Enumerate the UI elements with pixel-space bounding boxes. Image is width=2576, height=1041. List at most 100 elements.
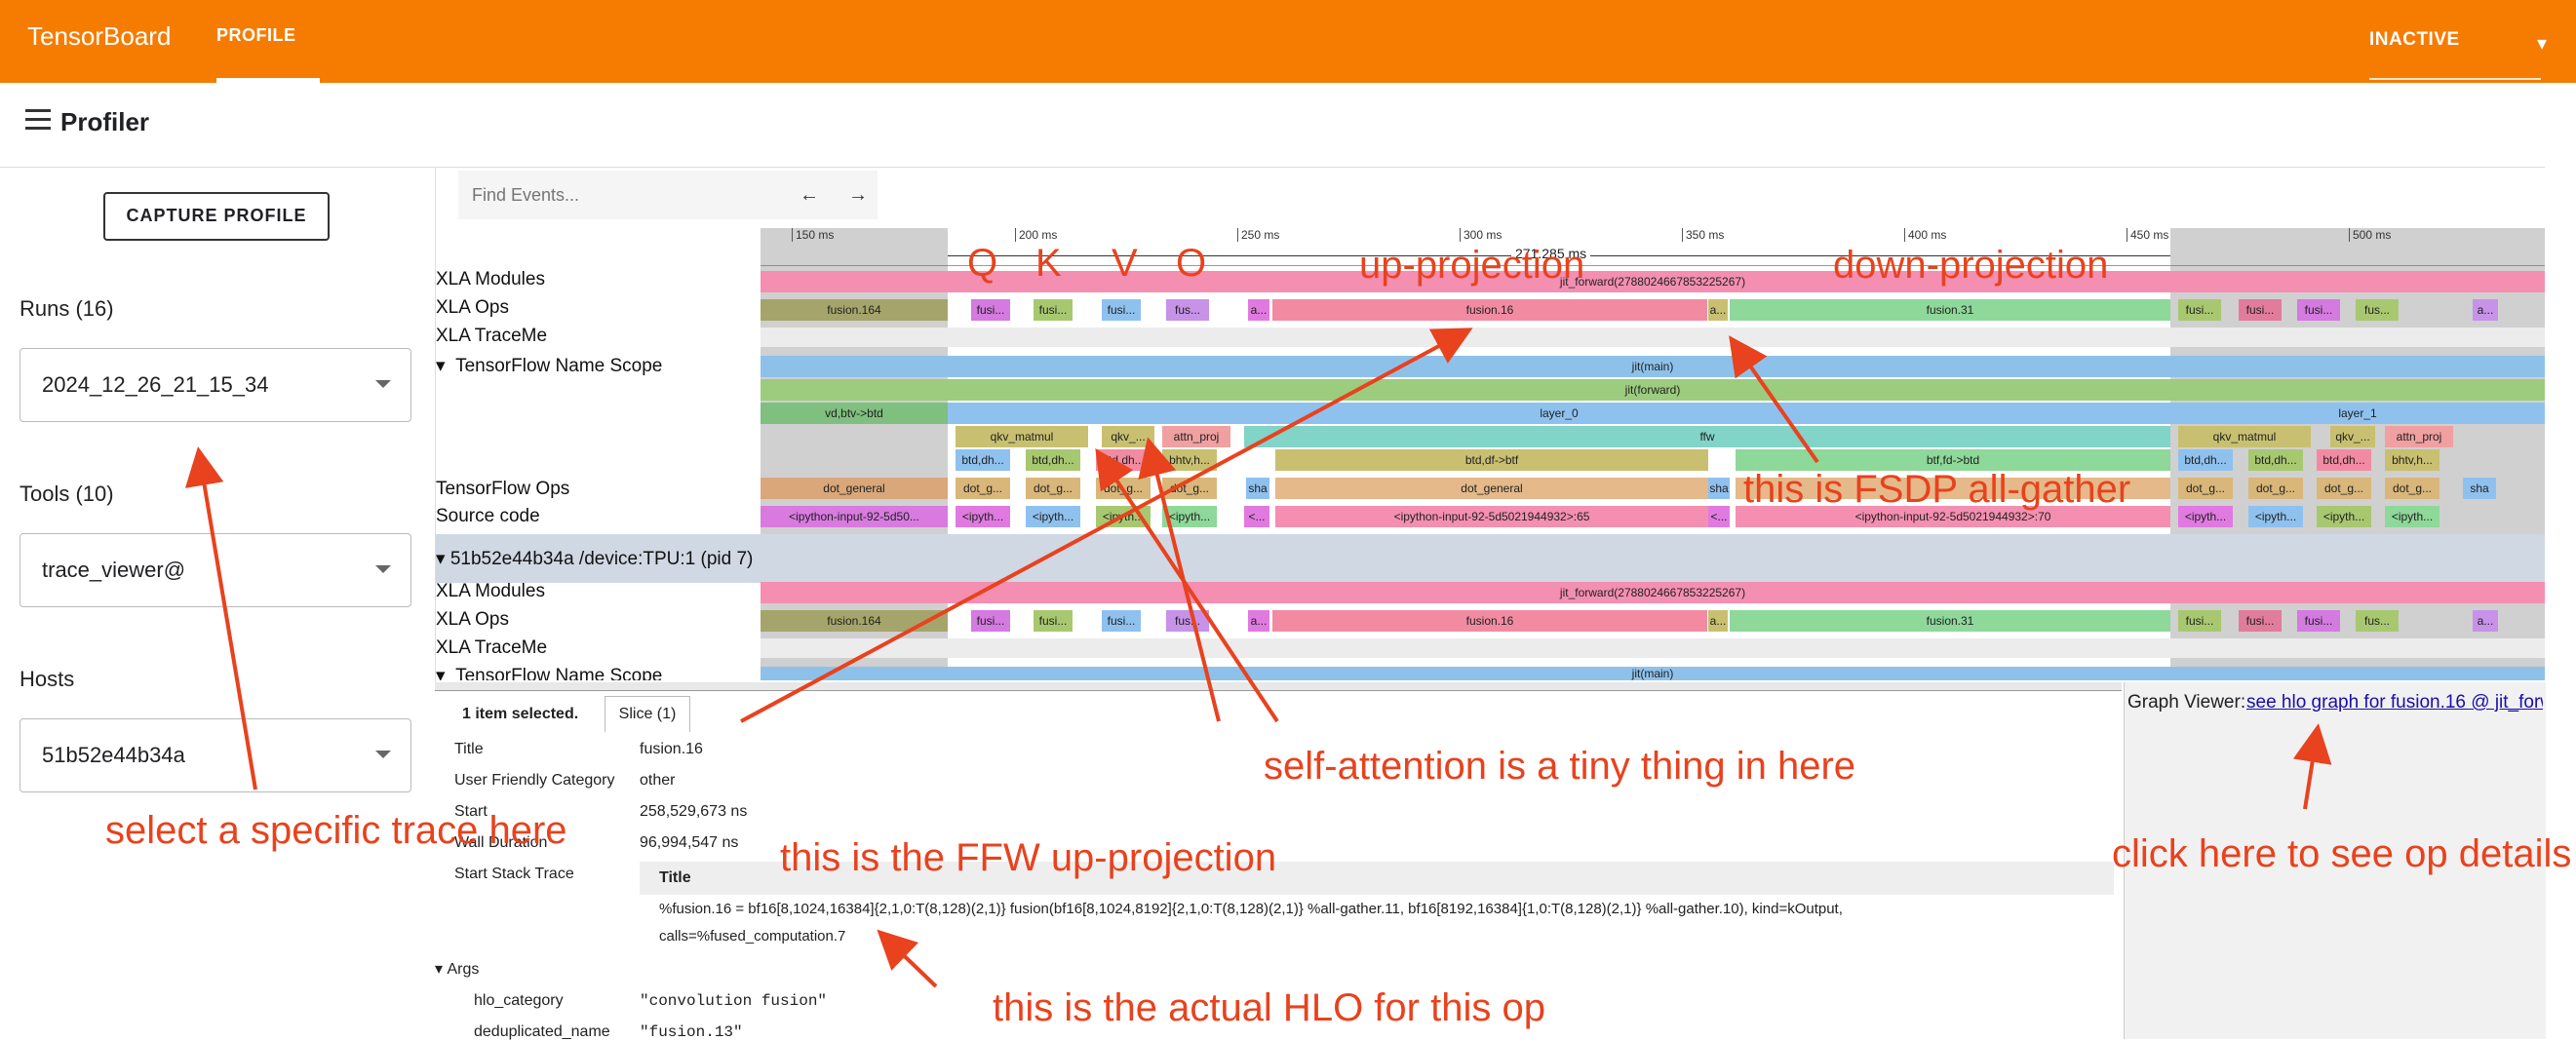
- trace-event-scope[interactable]: attn_proj: [1162, 426, 1230, 447]
- trace-event-op[interactable]: fusi...: [2297, 299, 2340, 321]
- trace-event-scope[interactable]: btd,dh...: [1096, 449, 1151, 471]
- trace-event-op[interactable]: a...: [1708, 299, 1728, 321]
- trace-event-tfop[interactable]: dot_g...: [2178, 478, 2233, 499]
- row-label-tf-name-scope-2[interactable]: ▾ TensorFlow Name Scope: [436, 665, 662, 680]
- trace-event-op[interactable]: fusi...: [1034, 299, 1073, 321]
- trace-event-source[interactable]: <ipyth...: [2385, 506, 2439, 527]
- trace-event-scope[interactable]: jit(forward): [761, 379, 2545, 401]
- trace-event-op[interactable]: fusi...: [2178, 299, 2221, 321]
- trace-event-op[interactable]: fusi...: [971, 610, 1010, 632]
- trace-event-scope[interactable]: btd,dh...: [956, 449, 1010, 471]
- trace-event-tfop[interactable]: dot_general: [761, 478, 948, 499]
- trace-event-scope[interactable]: bhtv,h...: [2385, 449, 2439, 471]
- tab-profile[interactable]: PROFILE: [216, 25, 296, 46]
- trace-event-tfop[interactable]: dot_g...: [2317, 478, 2371, 499]
- trace-event-scope[interactable]: btd,dh...: [1026, 449, 1080, 471]
- app-brand[interactable]: TensorBoard: [27, 21, 171, 52]
- trace-event-source[interactable]: <ipyth...: [956, 506, 1010, 527]
- detail-label: User Friendly Category: [454, 772, 615, 789]
- trace-event-scope[interactable]: jit(main): [761, 356, 2545, 377]
- trace-event-op[interactable]: fusion.16: [1272, 610, 1707, 632]
- trace-event-op[interactable]: fusi...: [2239, 299, 2282, 321]
- trace-event-op[interactable]: fusion.31: [1730, 299, 2170, 321]
- trace-event-op[interactable]: fusion.31: [1730, 610, 2170, 632]
- chevron-down-icon[interactable]: ▾: [2537, 31, 2547, 56]
- trace-event-op[interactable]: fusi...: [1102, 610, 1141, 632]
- trace-event-source[interactable]: <ipyth...: [1026, 506, 1080, 527]
- trace-event-op[interactable]: fusi...: [2239, 610, 2282, 632]
- trace-event-op[interactable]: fus...: [1166, 610, 1209, 632]
- args-toggle[interactable]: ▾ Args: [435, 959, 479, 979]
- trace-event-tfop[interactable]: dot_g...: [1096, 478, 1151, 499]
- trace-event-op[interactable]: fus...: [2356, 299, 2399, 321]
- trace-event-op[interactable]: fusi...: [971, 299, 1010, 321]
- trace-event-op[interactable]: fusi...: [1102, 299, 1141, 321]
- row-label-xla-ops: XLA Ops: [436, 297, 509, 318]
- trace-event-op-selected[interactable]: fusion.16: [1272, 299, 1707, 321]
- hlo-text-line: calls=%fused_computation.7: [659, 928, 846, 945]
- next-event-button[interactable]: →: [840, 177, 876, 212]
- runs-select[interactable]: 2024_12_26_21_15_34: [20, 348, 411, 422]
- trace-event-scope[interactable]: qkv_matmul: [956, 426, 1088, 447]
- graph-viewer-link[interactable]: see hlo graph for fusion.16 @ jit_forw: [2246, 692, 2543, 713]
- trace-event-source[interactable]: <ipyth...: [2248, 506, 2303, 527]
- trace-event-scope[interactable]: btd,dh...: [2248, 449, 2303, 471]
- trace-event-module[interactable]: jit_forward(2788024667853225267): [761, 271, 2545, 292]
- trace-event-scope[interactable]: layer_0: [948, 403, 2170, 424]
- trace-event-scope[interactable]: jit(main): [761, 667, 2545, 680]
- trace-event-scope[interactable]: qkv_matmul: [2178, 426, 2311, 447]
- row-label-tf-name-scope[interactable]: ▾ TensorFlow Name Scope: [436, 355, 662, 377]
- find-events-input[interactable]: [458, 171, 780, 219]
- trace-event-tfop[interactable]: dot_g...: [956, 478, 1010, 499]
- trace-event-module[interactable]: jit_forward(2788024667853225267): [761, 582, 2545, 603]
- trace-event-source[interactable]: <ipyth...: [2178, 506, 2233, 527]
- trace-event-scope[interactable]: bhtv,h...: [1162, 449, 1217, 471]
- trace-event-op[interactable]: a...: [1248, 610, 1269, 632]
- trace-event-op[interactable]: fus...: [2356, 610, 2399, 632]
- page-title: Profiler: [60, 107, 150, 136]
- panel-resize-handle[interactable]: [435, 682, 2122, 690]
- trace-event-op[interactable]: fusi...: [1034, 610, 1073, 632]
- trace-event-op[interactable]: fusion.164: [761, 299, 948, 321]
- trace-event-scope[interactable]: btd,dh...: [2178, 449, 2233, 471]
- trace-event-scope[interactable]: btd,dh...: [2317, 449, 2371, 471]
- trace-event-scope[interactable]: ffw: [1244, 426, 2170, 447]
- menu-icon[interactable]: [25, 109, 51, 131]
- trace-event-op[interactable]: fus...: [1166, 299, 1209, 321]
- trace-event-op[interactable]: fusi...: [2178, 610, 2221, 632]
- trace-event-tfop[interactable]: sha: [1246, 478, 1269, 499]
- trace-event-scope[interactable]: layer_1: [2170, 403, 2545, 424]
- trace-event-tfop[interactable]: dot_g...: [2385, 478, 2439, 499]
- trace-event-tfop[interactable]: dot_g...: [1026, 478, 1080, 499]
- trace-event-source[interactable]: <...: [1244, 506, 1269, 527]
- capture-profile-button[interactable]: CAPTURE PROFILE: [103, 192, 330, 241]
- trace-event-scope[interactable]: qkv_...: [2330, 426, 2375, 447]
- trace-event-tfop[interactable]: sha: [1708, 478, 1730, 499]
- hosts-select[interactable]: 51b52e44b34a: [20, 718, 411, 792]
- trace-event-op[interactable]: fusi...: [2297, 610, 2340, 632]
- trace-event-op[interactable]: a...: [2473, 299, 2498, 321]
- trace-event-tfop[interactable]: dot_general: [1275, 478, 1708, 499]
- trace-event-op[interactable]: a...: [2473, 610, 2498, 632]
- trace-event-tfop[interactable]: sha: [2463, 478, 2496, 499]
- tools-select[interactable]: trace_viewer@: [20, 533, 411, 607]
- trace-event-scope[interactable]: qkv_...: [1102, 426, 1154, 447]
- trace-event-op[interactable]: a...: [1708, 610, 1728, 632]
- tab-slice[interactable]: Slice (1): [605, 696, 690, 732]
- trace-event-tfop[interactable]: dot_g...: [1162, 478, 1217, 499]
- device-header-label[interactable]: ▾ 51b52e44b34a /device:TPU:1 (pid 7): [436, 548, 753, 570]
- trace-event-scope[interactable]: vd,btv->btd: [761, 403, 948, 424]
- trace-event-scope[interactable]: btd,df->btf: [1275, 449, 1708, 471]
- trace-event-tfop[interactable]: dot_g...: [2248, 478, 2303, 499]
- status-dropdown[interactable]: INACTIVE: [2369, 29, 2460, 51]
- trace-event-source[interactable]: <...: [1708, 506, 1730, 527]
- prev-event-button[interactable]: ←: [792, 177, 827, 212]
- trace-event-source[interactable]: <ipyth...: [1162, 506, 1217, 527]
- trace-event-source[interactable]: <ipython-input-92-5d5021944932>:65: [1275, 506, 1708, 527]
- trace-event-source[interactable]: <ipyth...: [2317, 506, 2371, 527]
- trace-event-op[interactable]: fusion.164: [761, 610, 948, 632]
- trace-event-source[interactable]: <ipython-input-92-5d50...: [761, 506, 948, 527]
- trace-event-op[interactable]: a...: [1248, 299, 1269, 321]
- trace-event-source[interactable]: <ipyth...: [1096, 506, 1151, 527]
- trace-event-scope[interactable]: attn_proj: [2385, 426, 2453, 447]
